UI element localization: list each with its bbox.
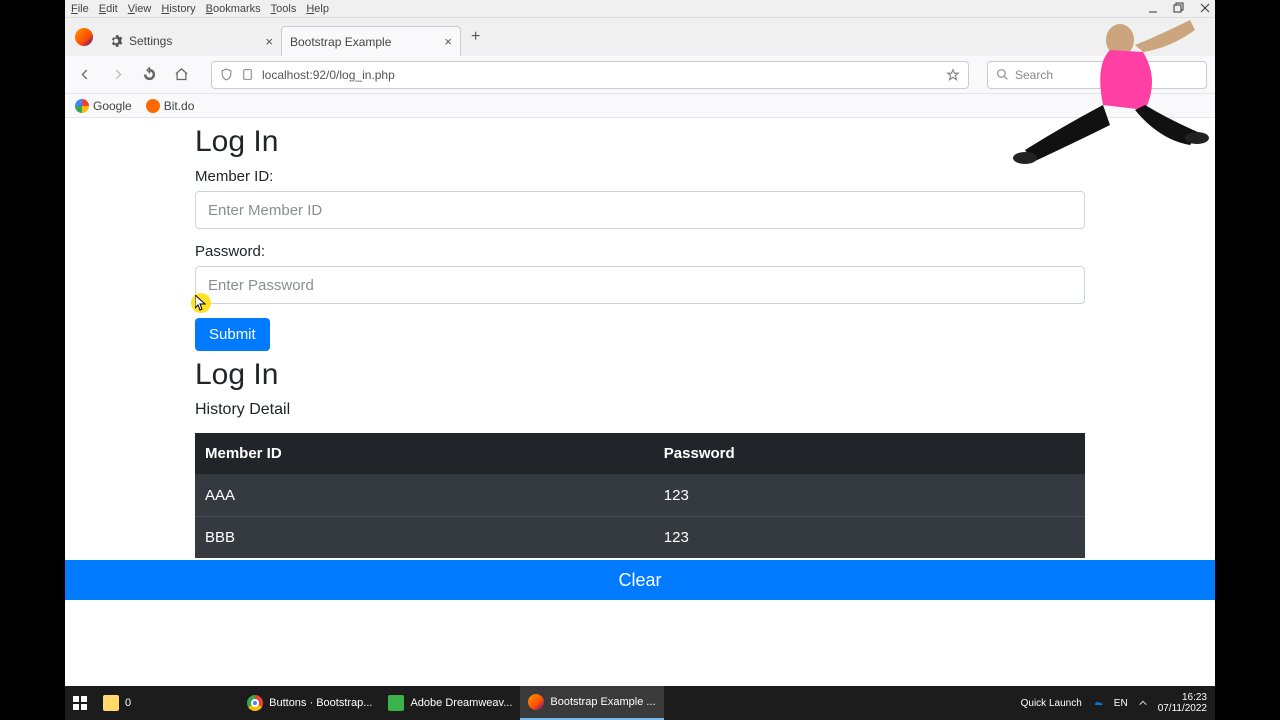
history-table: Member ID Password AAA 123 BBB 123 [195, 433, 1085, 558]
cell-password: 123 [654, 475, 1085, 517]
windows-logo-icon [73, 696, 87, 710]
taskbar-file-explorer[interactable]: 0 [95, 686, 139, 720]
member-id-input[interactable] [195, 191, 1085, 229]
taskbar-label: Buttons · Bootstrap... [269, 697, 372, 709]
submit-button[interactable]: Submit [195, 318, 270, 351]
menu-tools[interactable]: Tools [271, 3, 297, 15]
cell-password: 123 [654, 517, 1085, 559]
taskbar-app-firefox[interactable]: Bootstrap Example ... [520, 686, 663, 720]
tray-chevron-icon[interactable] [1138, 698, 1148, 708]
firefox-logo-icon [75, 28, 93, 46]
language-indicator[interactable]: EN [1114, 698, 1128, 709]
address-bar[interactable]: localhost:92/0/log_in.php [211, 61, 969, 89]
start-button[interactable] [65, 686, 95, 720]
clock-date: 07/11/2022 [1158, 703, 1207, 714]
menu-file[interactable]: File [71, 3, 89, 15]
table-row: BBB 123 [195, 517, 1085, 559]
th-password: Password [654, 433, 1085, 475]
close-tab-icon[interactable]: × [265, 34, 273, 49]
chrome-icon [247, 695, 263, 711]
tab-bootstrap-example[interactable]: Bootstrap Example × [281, 26, 461, 56]
menu-bookmarks[interactable]: Bookmarks [206, 3, 261, 15]
taskbar-label: Bootstrap Example ... [550, 696, 655, 708]
bookmark-label: Google [93, 99, 132, 113]
browser-tabbar: Settings × Bootstrap Example × + [65, 18, 1215, 56]
taskbar-label: 0 [125, 697, 131, 709]
tab-label: Settings [129, 34, 172, 48]
table-row: AAA 123 [195, 475, 1085, 517]
search-icon [996, 68, 1009, 81]
dreamweaver-icon [388, 695, 404, 711]
window-restore-icon[interactable] [1173, 2, 1185, 14]
password-label: Password: [195, 243, 1085, 260]
new-tab-button[interactable]: + [461, 28, 490, 46]
menu-help[interactable]: Help [306, 3, 329, 15]
bookmark-label: Bit.do [164, 99, 195, 113]
url-text: localhost:92/0/log_in.php [262, 68, 938, 82]
folder-icon [103, 695, 119, 711]
mouse-cursor-icon [195, 295, 207, 311]
bookmark-bitdo[interactable]: Bit.do [146, 99, 195, 113]
member-id-label: Member ID: [195, 168, 1085, 185]
password-input[interactable] [195, 266, 1085, 304]
onedrive-icon[interactable] [1092, 697, 1104, 709]
quick-launch-label[interactable]: Quick Launch [1021, 698, 1082, 709]
clear-button[interactable]: Clear [65, 560, 1215, 600]
cell-member-id: BBB [195, 517, 654, 559]
tab-settings[interactable]: Settings × [101, 26, 281, 56]
bookmark-google[interactable]: Google [75, 99, 132, 113]
taskbar-label: Adobe Dreamweav... [410, 697, 512, 709]
taskbar-app-dreamweaver[interactable]: Adobe Dreamweav... [380, 686, 520, 720]
google-favicon-icon [75, 99, 89, 113]
gear-icon [109, 34, 123, 48]
search-box[interactable]: Search [987, 61, 1207, 89]
forward-button[interactable] [105, 63, 129, 87]
browser-toolbar: localhost:92/0/log_in.php Search [65, 56, 1215, 94]
menu-view[interactable]: View [128, 3, 152, 15]
shield-icon [220, 68, 233, 81]
firefox-icon [528, 694, 544, 710]
page-icon [241, 68, 254, 81]
home-button[interactable] [169, 63, 193, 87]
th-member-id: Member ID [195, 433, 654, 475]
menu-edit[interactable]: Edit [99, 3, 118, 15]
tab-label: Bootstrap Example [290, 35, 391, 49]
windows-taskbar: 0 Buttons · Bootstrap... Adobe Dreamweav… [65, 686, 1215, 720]
window-minimize-icon[interactable] [1147, 2, 1159, 14]
page-content: Log In Member ID: Password: Submit Log I… [65, 118, 1215, 686]
menu-history[interactable]: History [161, 3, 195, 15]
bookmarks-toolbar: Google Bit.do [65, 94, 1215, 118]
browser-menubar: File Edit View History Bookmarks Tools H… [65, 0, 1215, 18]
clock-time: 16:23 [1158, 692, 1207, 703]
heading-login-2: Log In [195, 357, 1085, 393]
bitdo-favicon-icon [146, 99, 160, 113]
heading-login-1: Log In [195, 124, 1085, 160]
search-placeholder: Search [1015, 68, 1053, 82]
cell-member-id: AAA [195, 475, 654, 517]
reload-button[interactable] [137, 63, 161, 87]
back-button[interactable] [73, 63, 97, 87]
history-detail-label: History Detail [195, 401, 1085, 419]
close-tab-icon[interactable]: × [444, 34, 452, 49]
window-close-icon[interactable] [1199, 2, 1211, 14]
bookmark-star-icon[interactable] [946, 68, 960, 82]
taskbar-app-chrome[interactable]: Buttons · Bootstrap... [239, 686, 380, 720]
system-clock[interactable]: 16:23 07/11/2022 [1158, 692, 1207, 714]
